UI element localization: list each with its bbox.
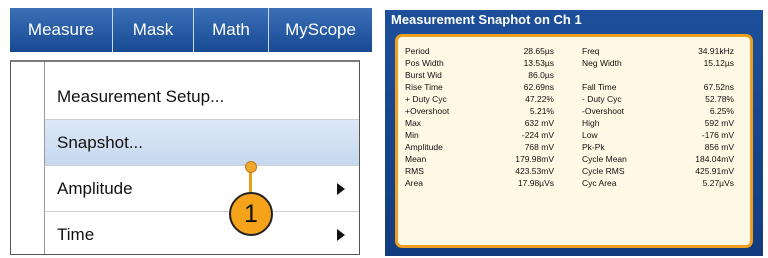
measurement-label: Low xyxy=(582,130,598,140)
measurement-value: 425.91mV xyxy=(695,166,734,176)
measurement-label: RMS xyxy=(405,166,424,176)
measurement-value: 5.21% xyxy=(529,106,554,116)
callout-dot xyxy=(245,161,257,173)
measurement-label: Neg Width xyxy=(582,58,622,68)
measurement-label: Fall Time xyxy=(582,82,617,92)
measurement-label: Cycle RMS xyxy=(582,166,625,176)
menu-item-measurement-setup[interactable]: Measurement Setup... xyxy=(45,74,359,120)
menu-gutter xyxy=(11,62,45,254)
measurement-label: Burst Wid xyxy=(405,70,442,80)
callout-number-badge: 1 xyxy=(229,192,273,236)
measurement-value: 67.52ns xyxy=(703,82,734,92)
menu-bar: Measure Mask Math MyScope xyxy=(10,8,372,52)
measurement-label: Cycle Mean xyxy=(582,154,627,164)
measurement-label: - Duty Cyc xyxy=(582,94,622,104)
measurement-label: Area xyxy=(405,178,423,188)
menu-item-amplitude[interactable]: Amplitude xyxy=(45,166,359,212)
measurement-value: 184.04mV xyxy=(695,154,734,164)
measurement-label: High xyxy=(582,118,600,128)
menu-item-label: Snapshot... xyxy=(57,132,144,152)
measure-dropdown-menu: Measurement Setup... Snapshot... Amplitu… xyxy=(10,60,360,255)
measurement-value: 856 mV xyxy=(704,142,734,152)
snapshot-row: Max 632 mV High 592 mV xyxy=(398,117,750,129)
callout-number: 1 xyxy=(244,199,258,228)
measurement-value: 592 mV xyxy=(704,118,734,128)
snapshot-row: Rise Time 62.69ns Fall Time 67.52ns xyxy=(398,81,750,93)
menu-item-label: Measurement Setup... xyxy=(57,86,225,106)
menu-item-time[interactable]: Time xyxy=(45,212,359,254)
measurement-value: -176 mV xyxy=(701,130,734,140)
measurement-label: Mean xyxy=(405,154,427,164)
menu-myscope[interactable]: MyScope xyxy=(269,8,372,52)
menu-item-snapshot[interactable]: Snapshot... xyxy=(45,120,359,166)
snapshot-row: RMS 423.53mV Cycle RMS 425.91mV xyxy=(398,165,750,177)
measurement-label: Period xyxy=(405,46,430,56)
measurement-label: -Overshoot xyxy=(582,106,625,116)
measurement-value: 28.65µs xyxy=(523,46,554,56)
measurement-value: 17.98µVs xyxy=(517,178,554,188)
menu-item-label: Amplitude xyxy=(57,178,133,198)
snapshot-row: + Duty Cyc 47.22% - Duty Cyc 52.78% xyxy=(398,93,750,105)
measurement-label: +Overshoot xyxy=(405,106,450,116)
snapshot-row: +Overshoot 5.21% -Overshoot 6.25% xyxy=(398,105,750,117)
measurement-value: -224 mV xyxy=(521,130,554,140)
measurement-value: 6.25% xyxy=(709,106,734,116)
menu-math[interactable]: Math xyxy=(194,8,269,52)
measurement-label: Amplitude xyxy=(405,142,443,152)
snapshot-title: Measurement Snaphot on Ch 1 xyxy=(391,12,582,27)
measurement-value: 179.98mV xyxy=(515,154,554,164)
snapshot-row: Min -224 mV Low -176 mV xyxy=(398,129,750,141)
measurement-value: 423.53mV xyxy=(515,166,554,176)
measurement-value: 86.0µs xyxy=(528,70,554,80)
measurement-value: 15.12µs xyxy=(703,58,734,68)
measurement-value: 768 mV xyxy=(524,142,554,152)
snapshot-row: Amplitude 768 mV Pk-Pk 856 mV xyxy=(398,141,750,153)
menu-item-label: Time xyxy=(57,225,95,244)
measurement-label: Max xyxy=(405,118,422,128)
measurement-value: 34.91kHz xyxy=(698,46,734,56)
measurement-value: 62.69ns xyxy=(523,82,554,92)
submenu-arrow-icon xyxy=(337,182,345,195)
measurement-label: Min xyxy=(405,130,419,140)
snapshot-row: Pos Width 13.53µs Neg Width 15.12µs xyxy=(398,57,750,69)
submenu-arrow-icon xyxy=(337,229,345,241)
measurement-snapshot-window: Measurement Snaphot on Ch 1 Period 28.65… xyxy=(385,10,763,256)
menu-measure[interactable]: Measure xyxy=(10,8,113,52)
measurement-value: 632 mV xyxy=(524,118,554,128)
snapshot-row: Period 28.65µs Freq 34.91kHz xyxy=(398,45,750,57)
measurement-label: + Duty Cyc xyxy=(405,94,447,104)
measurement-label: Rise Time xyxy=(405,82,443,92)
measurement-value: 52.78% xyxy=(705,94,734,104)
snapshot-row: Mean 179.98mV Cycle Mean 184.04mV xyxy=(398,153,750,165)
snapshot-table: Period 28.65µs Freq 34.91kHz Pos Width 1… xyxy=(395,34,753,248)
measurement-label: Pk-Pk xyxy=(582,142,605,152)
measurement-label: Cyc Area xyxy=(582,178,617,188)
snapshot-row: Area 17.98µVs Cyc Area 5.27µVs xyxy=(398,177,750,189)
snapshot-row: Burst Wid 86.0µs xyxy=(398,69,750,81)
measurement-value: 47.22% xyxy=(525,94,554,104)
measurement-label: Pos Width xyxy=(405,58,444,68)
measurement-value: 13.53µs xyxy=(523,58,554,68)
measurement-value: 5.27µVs xyxy=(702,178,734,188)
menu-mask[interactable]: Mask xyxy=(113,8,194,52)
measurement-label: Freq xyxy=(582,46,600,56)
